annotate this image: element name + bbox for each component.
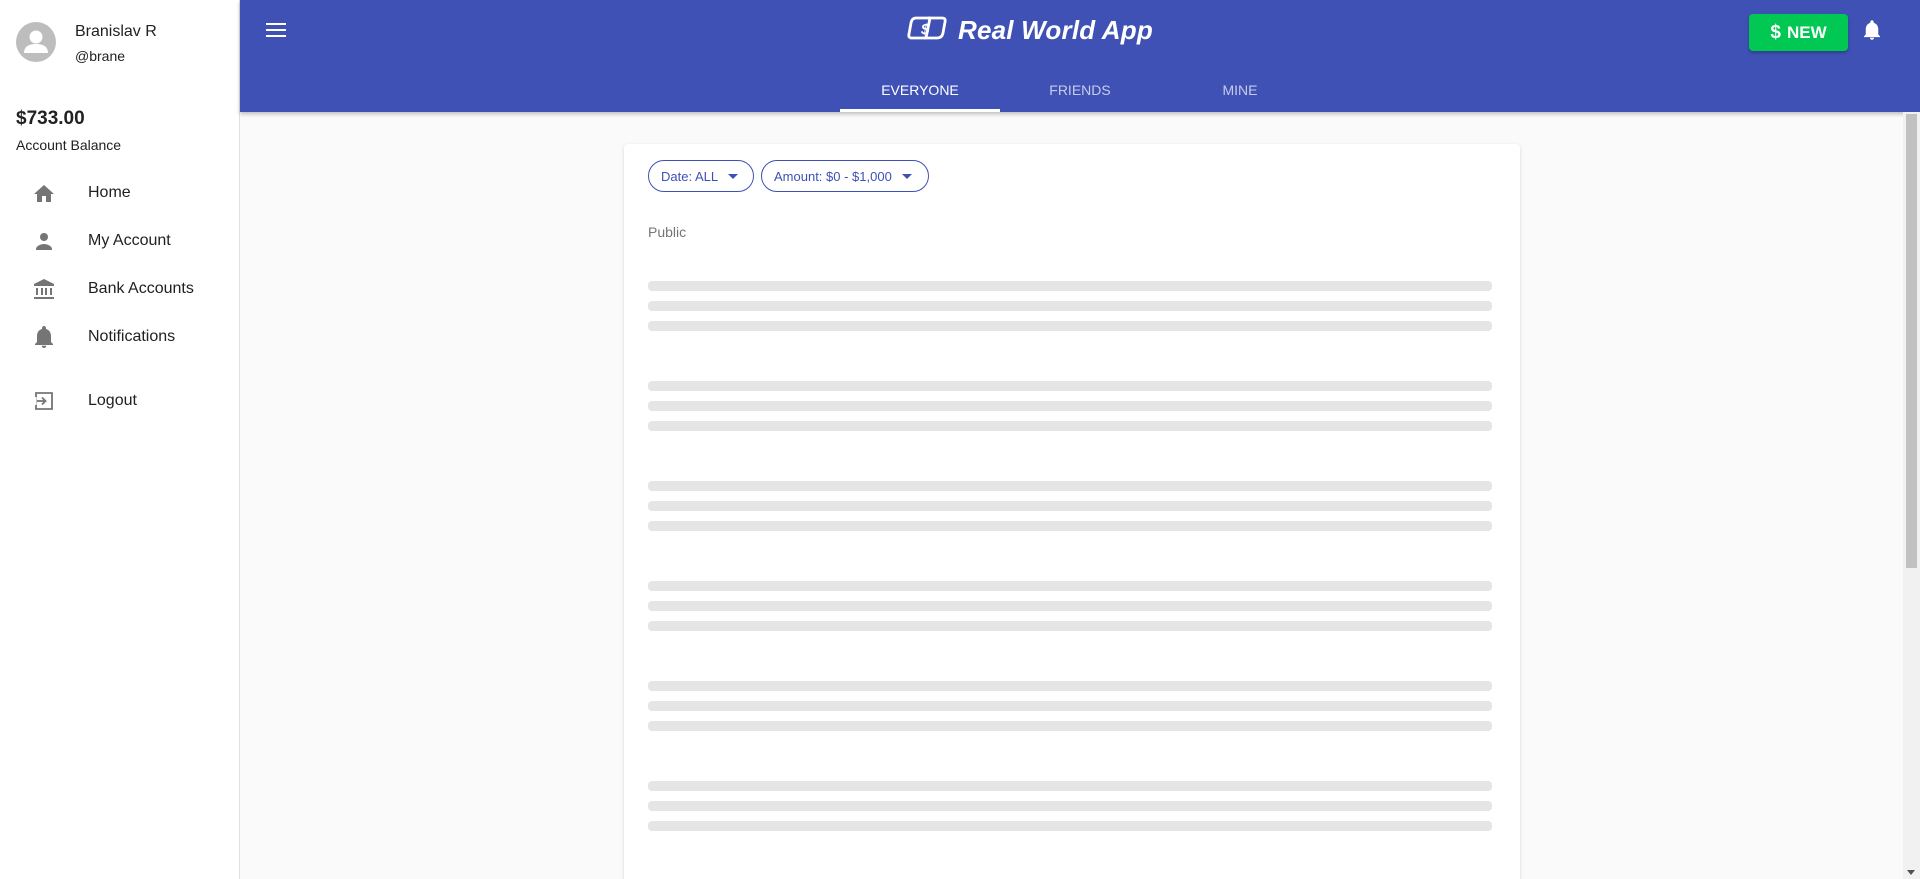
person-icon xyxy=(32,229,56,253)
bell-icon xyxy=(32,325,56,349)
notifications-button[interactable] xyxy=(1860,19,1884,45)
logout-icon xyxy=(32,389,56,413)
skeleton-line xyxy=(648,281,1492,291)
scrollbar-thumb[interactable] xyxy=(1906,114,1917,568)
sidebar-item-notifications[interactable]: Notifications xyxy=(0,313,239,361)
skeleton-line xyxy=(648,601,1492,611)
skeleton-line xyxy=(648,301,1492,311)
sidebar-item-label: Bank Accounts xyxy=(88,280,194,297)
account-balance-label: Account Balance xyxy=(16,137,122,153)
loading-skeleton xyxy=(648,281,1492,341)
loading-skeleton xyxy=(648,781,1492,841)
new-button-label: NEW xyxy=(1786,22,1827,42)
date-filter-chip[interactable]: Date: ALL xyxy=(648,160,754,192)
skeleton-line xyxy=(648,701,1492,711)
dollar-icon: $ xyxy=(1770,21,1781,43)
transaction-tabs: EVERYONE FRIENDS MINE xyxy=(840,68,1320,112)
top-app-bar: $ Real World App $ NEW EVERYONE FRIENDS … xyxy=(240,0,1920,112)
user-profile: Branislav R @brane xyxy=(16,22,157,66)
sidebar-item-home[interactable]: Home xyxy=(0,169,239,217)
skeleton-line xyxy=(648,381,1492,391)
sidebar-item-logout[interactable]: Logout xyxy=(0,377,239,425)
sidebar-item-label: Home xyxy=(88,184,131,201)
person-avatar-icon xyxy=(24,30,48,53)
tab-everyone[interactable]: EVERYONE xyxy=(840,68,1000,112)
hamburger-menu-icon xyxy=(266,22,286,43)
tab-friends[interactable]: FRIENDS xyxy=(1000,68,1160,112)
loading-skeleton xyxy=(648,681,1492,741)
user-full-name: Branislav R xyxy=(75,23,157,40)
caret-down-icon xyxy=(728,173,739,179)
skeleton-line xyxy=(648,401,1492,411)
page-scrollbar[interactable] xyxy=(1903,112,1920,879)
sidebar-item-label: My Account xyxy=(88,232,171,249)
date-filter-label: Date: ALL xyxy=(661,168,719,184)
transactions-card: Date: ALL Amount: $0 - $1,000 Public xyxy=(624,144,1520,879)
menu-toggle-button[interactable] xyxy=(262,18,290,46)
user-handle: @brane xyxy=(75,48,126,64)
new-transaction-button[interactable]: $ NEW xyxy=(1749,14,1848,51)
loading-skeleton xyxy=(648,481,1492,541)
amount-filter-chip[interactable]: Amount: $0 - $1,000 xyxy=(761,160,929,192)
sidebar-item-bank-accounts[interactable]: Bank Accounts xyxy=(0,265,239,313)
caret-down-icon xyxy=(901,173,912,179)
bell-icon xyxy=(1864,19,1880,45)
loading-skeleton xyxy=(648,381,1492,441)
sidebar-drawer: Branislav R @brane $733.00 Account Balan… xyxy=(0,0,240,879)
section-label-public: Public xyxy=(648,224,687,240)
amount-filter-label: Amount: $0 - $1,000 xyxy=(774,168,892,184)
skeleton-line xyxy=(648,801,1492,811)
skeleton-line xyxy=(648,421,1492,431)
skeleton-line xyxy=(648,721,1492,731)
svg-text:$: $ xyxy=(920,21,930,38)
skeleton-line xyxy=(648,681,1492,691)
scroll-down-arrow-icon[interactable] xyxy=(1907,870,1915,875)
home-icon xyxy=(32,181,56,205)
skeleton-line xyxy=(648,521,1492,531)
skeleton-line xyxy=(648,781,1492,791)
bank-icon xyxy=(32,277,56,301)
account-balance-amount: $733.00 xyxy=(16,108,85,129)
app-brand-logo[interactable]: $ Real World App xyxy=(906,14,1153,47)
skeleton-line xyxy=(648,321,1492,331)
tab-mine[interactable]: MINE xyxy=(1160,68,1320,112)
loading-skeleton xyxy=(648,581,1492,641)
skeleton-line xyxy=(648,581,1492,591)
skeleton-line xyxy=(648,621,1492,631)
skeleton-line xyxy=(648,821,1492,831)
skeleton-line xyxy=(648,501,1492,511)
sidebar-item-label: Notifications xyxy=(88,328,176,345)
sidebar-item-my-account[interactable]: My Account xyxy=(0,217,239,265)
avatar xyxy=(16,22,56,62)
skeleton-line xyxy=(648,481,1492,491)
sidebar-item-label: Logout xyxy=(88,392,137,409)
app-title: Real World App xyxy=(958,15,1153,45)
dollar-link-logo-icon: $ xyxy=(906,14,948,47)
